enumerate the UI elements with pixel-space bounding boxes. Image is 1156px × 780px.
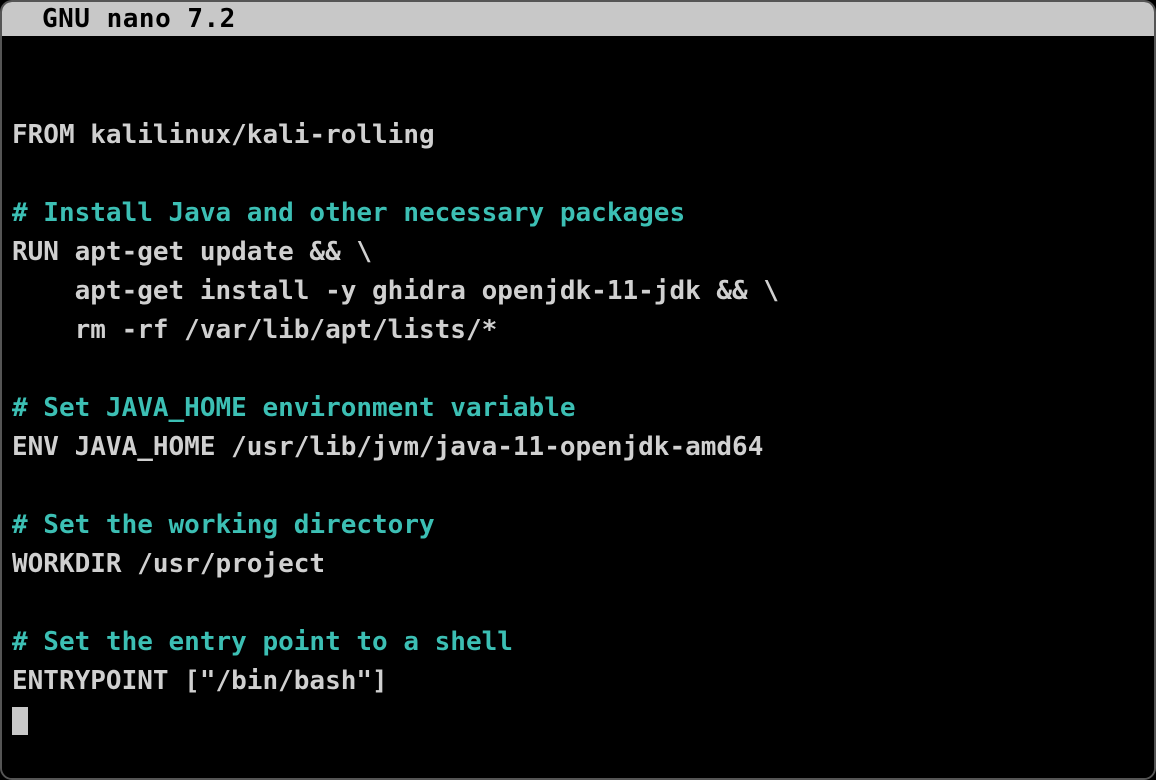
editor-line[interactable]: apt-get install -y ghidra openjdk-11-jdk…: [12, 272, 1144, 311]
editor-window: GNU nano 7.2 FROM kalilinux/kali-rolling…: [2, 2, 1154, 778]
code-segment: # Set the entry point to a shell: [12, 627, 513, 657]
code-segment: WORKDIR /usr/project: [12, 549, 325, 579]
editor-line[interactable]: [12, 155, 1144, 194]
code-segment: [12, 354, 28, 384]
code-segment: rm -rf /var/lib/apt/lists/*: [12, 315, 497, 345]
editor-line[interactable]: # Set the entry point to a shell: [12, 623, 1144, 662]
editor-line[interactable]: ENTRYPOINT ["/bin/bash"]: [12, 662, 1144, 701]
editor-line[interactable]: RUN apt-get update && \: [12, 233, 1144, 272]
editor-content[interactable]: FROM kalilinux/kali-rolling # Install Ja…: [2, 36, 1154, 742]
code-segment: [12, 588, 28, 618]
code-segment: ENV JAVA_HOME /usr/lib/jvm/java-11-openj…: [12, 432, 763, 462]
code-segment: FROM kalilinux/kali-rolling: [12, 120, 435, 150]
editor-line[interactable]: # Install Java and other necessary packa…: [12, 194, 1144, 233]
editor-line[interactable]: # Set JAVA_HOME environment variable: [12, 389, 1144, 428]
title-bar: GNU nano 7.2: [2, 2, 1154, 36]
code-segment: RUN apt-get update && \: [12, 237, 372, 267]
editor-line[interactable]: ENV JAVA_HOME /usr/lib/jvm/java-11-openj…: [12, 428, 1144, 467]
editor-line[interactable]: [12, 467, 1144, 506]
code-segment: apt-get install -y ghidra openjdk-11-jdk…: [12, 276, 779, 306]
code-segment: ENTRYPOINT ["/bin/bash"]: [12, 666, 388, 696]
editor-line[interactable]: # Set the working directory: [12, 506, 1144, 545]
code-segment: [12, 159, 28, 189]
cursor-line[interactable]: [12, 701, 1144, 740]
editor-line[interactable]: rm -rf /var/lib/apt/lists/*: [12, 311, 1144, 350]
code-segment: # Install Java and other necessary packa…: [12, 198, 685, 228]
editor-line[interactable]: FROM kalilinux/kali-rolling: [12, 116, 1144, 155]
editor-line[interactable]: [12, 350, 1144, 389]
app-title: GNU nano 7.2: [42, 4, 236, 34]
code-segment: # Set JAVA_HOME environment variable: [12, 393, 576, 423]
editor-line[interactable]: [12, 584, 1144, 623]
code-segment: [12, 471, 28, 501]
code-segment: # Set the working directory: [12, 510, 435, 540]
editor-line[interactable]: WORKDIR /usr/project: [12, 545, 1144, 584]
cursor-icon: [12, 707, 28, 735]
